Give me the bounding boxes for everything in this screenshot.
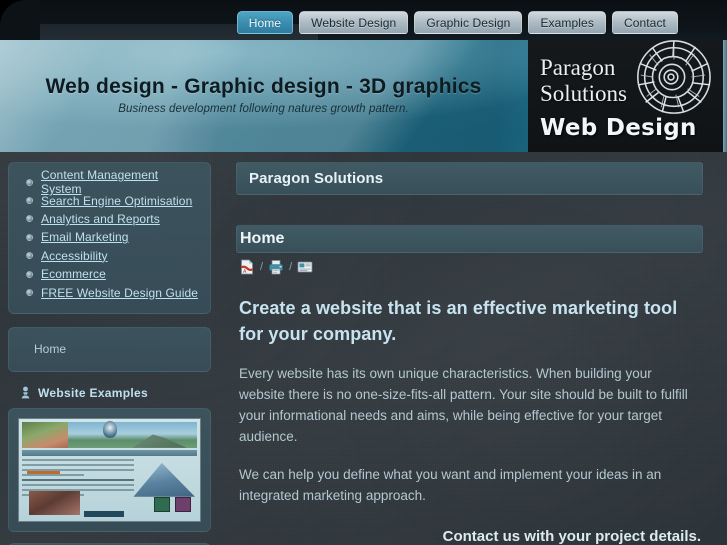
banner-title: Web design - Graphic design - 3D graphic… (45, 75, 482, 98)
logo-line-solutions: Solutions (540, 80, 627, 106)
sidebar-links-list: Content Management System Search Engine … (17, 168, 202, 302)
thumbnail-price-bar (84, 510, 124, 517)
sidebar-link-search-engine-optimisation[interactable]: Search Engine Optimisation (41, 194, 192, 208)
logo-line-web-design: Web Design (540, 115, 697, 141)
nautilus-shell-icon (637, 40, 711, 114)
banner-text-block: Web design - Graphic design - 3D graphic… (0, 38, 527, 152)
thumbnail-mountain-photo (133, 462, 195, 497)
sidebar-link-free-website-design-guide[interactable]: FREE Website Design Guide (41, 286, 198, 300)
nav-tab-website-design[interactable]: Website Design (299, 11, 409, 34)
pdf-icon[interactable]: A (239, 259, 255, 275)
thumbnail-badge-two (175, 496, 191, 512)
nav-tab-examples[interactable]: Examples (528, 11, 606, 34)
sidebar: Content Management System Search Engine … (8, 162, 211, 545)
sidebar-list-item: Search Engine Optimisation (17, 191, 202, 209)
site-banner: Web design - Graphic design - 3D graphic… (0, 38, 727, 152)
sidebar-link-accessibility[interactable]: Accessibility (41, 249, 108, 263)
website-examples-label: Website Examples (38, 385, 148, 400)
bullet-icon (26, 215, 33, 223)
nav-tab-contact[interactable]: Contact (611, 11, 678, 34)
sidebar-list-item: Ecommerce (17, 265, 202, 283)
sidebar-list-item: Email Marketing (17, 228, 202, 246)
section-heading: Home (236, 225, 703, 253)
bullet-icon (26, 178, 33, 186)
bullet-icon (26, 252, 33, 260)
bullet-icon (26, 270, 33, 278)
top-bar-corner (0, 0, 40, 40)
sidebar-list-item: FREE Website Design Guide (17, 283, 202, 301)
main-nav: Home Website Design Graphic Design Examp… (236, 11, 678, 34)
thumbnail-site-render (19, 418, 200, 521)
main-content: Paragon Solutions Home A / / Create a we… (236, 162, 703, 545)
website-examples-heading: Website Examples (20, 386, 211, 400)
bullet-icon (26, 233, 33, 241)
thumbnail-badge-one (154, 496, 170, 512)
bullet-icon (26, 289, 33, 297)
website-example-thumbnail[interactable] (18, 417, 201, 522)
thumbnail-interior-photo (29, 490, 80, 515)
bullet-icon (26, 197, 33, 205)
sidebar-list-item: Accessibility (17, 247, 202, 265)
body-paragraph-2: We can help you define what you want and… (239, 466, 662, 503)
sidebar-home-label: Home (34, 342, 67, 357)
email-icon[interactable] (297, 259, 313, 275)
thumbnail-accent-bar (27, 470, 60, 474)
website-example-thumbnail-panel[interactable] (8, 407, 211, 532)
thumbnail-hero-right-photo (67, 421, 197, 448)
print-icon[interactable] (268, 259, 284, 275)
thumbnail-crest-icon (102, 420, 117, 438)
action-separator: / (289, 261, 293, 273)
thumbnail-nav-bar (22, 449, 197, 456)
nav-tab-home[interactable]: Home (236, 11, 294, 34)
banner-subtitle: Business development following natures g… (118, 103, 409, 115)
page-actions: A / / (239, 259, 703, 275)
sidebar-home-box[interactable]: Home (8, 326, 211, 372)
top-navigation-bar: Home Website Design Graphic Design Examp… (0, 0, 727, 40)
closing-call-to-action: Contact us with your project details. (442, 527, 701, 545)
sidebar-link-email-marketing[interactable]: Email Marketing (41, 230, 129, 244)
body-paragraph-1: Every website has its own unique charact… (239, 366, 688, 444)
sidebar-links-panel: Content Management System Search Engine … (8, 162, 211, 314)
sidebar-link-content-management-system[interactable]: Content Management System (41, 168, 202, 196)
nav-tab-graphic-design[interactable]: Graphic Design (414, 11, 523, 34)
sidebar-link-analytics-and-reports[interactable]: Analytics and Reports (41, 212, 160, 226)
thumbnail-hero-left-photo (22, 421, 68, 448)
logo-text-paragon: Paragon Solutions (540, 55, 627, 107)
logo-line-paragon: Paragon (540, 55, 616, 80)
action-separator: / (260, 261, 264, 273)
sidebar-list-item: Analytics and Reports (17, 210, 202, 228)
lead-heading: Create a website that is an effective ma… (239, 298, 678, 344)
svg-text:A: A (243, 269, 247, 275)
pawn-icon (21, 386, 30, 399)
logo-right-edge-glow (723, 38, 727, 152)
sidebar-list-item: Content Management System (17, 168, 202, 196)
sidebar-link-ecommerce[interactable]: Ecommerce (41, 267, 106, 281)
site-logo[interactable]: Paragon Solutions Web Design (528, 38, 727, 152)
page-title: Paragon Solutions (236, 162, 703, 195)
